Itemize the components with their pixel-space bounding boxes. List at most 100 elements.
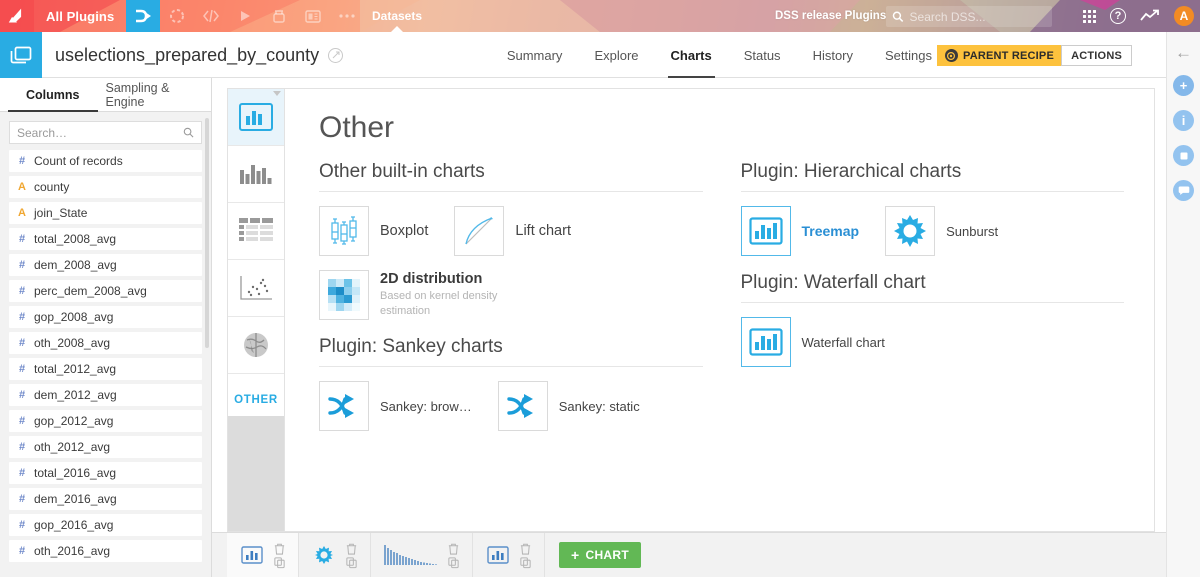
column-list-item[interactable]: # gop_2012_avg [9,410,202,432]
tab-sampling-engine[interactable]: Sampling & Engine [106,78,212,111]
chart-tab-3-actions [447,542,460,569]
tab-columns[interactable]: Columns [0,78,106,112]
info-circle-icon[interactable]: i [1173,110,1194,131]
numeric-type-icon: # [18,155,26,167]
copy-icon[interactable] [345,556,358,569]
column-list-item[interactable]: # oth_2012_avg [9,436,202,458]
discussions-chat-icon[interactable] [1173,180,1194,201]
nav-lab[interactable] [262,0,296,32]
tab-columns-label: Columns [26,87,80,102]
chart-tab-2[interactable] [299,533,371,577]
column-name-label: oth_2016_avg [34,544,111,558]
columns-search[interactable] [9,121,202,144]
builtin-tiles-row-1: Boxplot Lift chart [319,206,703,256]
nav-dashboard[interactable] [296,0,330,32]
avatar[interactable]: A [1174,6,1194,26]
chart-tab-3[interactable] [371,533,473,577]
column-list-item[interactable]: # Count of records [9,150,202,172]
help-question-icon[interactable]: ? [1110,8,1126,24]
nav-datasets-tab[interactable]: Datasets [362,0,432,32]
column-list-item[interactable]: # dem_2008_avg [9,254,202,276]
trash-icon[interactable] [345,542,358,555]
column-list-item[interactable]: # gop_2008_avg [9,306,202,328]
column-list-item[interactable]: # total_2016_avg [9,462,202,484]
nav-datasets-circle[interactable] [160,0,194,32]
add-chart-button[interactable]: + CHART [559,542,641,568]
search-input[interactable] [909,9,1046,24]
tab-summary[interactable]: Summary [491,32,579,78]
dataset-folder-icon-button[interactable] [0,32,42,78]
column-list-item[interactable]: Ajoin_State [9,202,202,224]
copy-icon[interactable] [519,556,532,569]
tab-explore[interactable]: Explore [578,32,654,78]
search-input-columns[interactable] [17,125,179,140]
histogram-charts-icon [240,165,272,184]
chart-tile-sankey-browse-label: Sankey: brow… [380,398,472,414]
string-type-icon: A [18,207,26,219]
chart-type-basic[interactable] [228,89,284,146]
chart-type-table[interactable] [228,203,284,260]
column-name-label: total_2008_avg [34,232,117,246]
columns-scrollbar[interactable] [205,118,209,348]
tab-history[interactable]: History [797,32,869,78]
chart-tile-waterfall[interactable]: Waterfall chart [740,317,885,367]
column-list-item[interactable]: # gop_2016_avg [9,514,202,536]
numeric-type-icon: # [18,519,26,531]
nav-run[interactable] [228,0,262,32]
trash-icon[interactable] [519,542,532,555]
column-list-item[interactable]: # total_2012_avg [9,358,202,380]
chart-tile-treemap[interactable]: Treemap [740,206,860,256]
nav-code[interactable] [194,0,228,32]
parent-recipe-button[interactable]: PARENT RECIPE [936,45,1062,66]
chart-tab-4[interactable] [473,533,545,577]
tab-charts[interactable]: Charts [655,32,728,78]
object-tabs: Summary Explore Charts Status History Se… [491,32,948,78]
flow-icon [136,9,151,23]
chart-tile-sankey-static[interactable]: Sankey: static [497,381,640,431]
chevron-down-icon[interactable] [273,91,281,96]
nav-all-plugins-label: All Plugins [46,8,115,24]
chart-tile-2d-distribution[interactable]: 2D distribution Based on kernel density … [319,270,510,320]
section-heading-hierarchical: Plugin: Hierarchical charts [740,161,1124,192]
column-list-item[interactable]: Acounty [9,176,202,198]
copy-icon[interactable] [447,556,460,569]
code-icon [203,9,219,23]
column-list-item[interactable]: # oth_2016_avg [9,540,202,562]
chart-tile-sunburst[interactable]: Sunburst [885,206,998,256]
global-search[interactable] [886,6,1052,27]
histogram-thumb [383,544,439,566]
status-circle-icon[interactable] [328,47,344,63]
right-sidebar-rail: ← + i [1166,32,1200,577]
dss-release-text: DSS release Plugins [775,10,887,22]
actions-button[interactable]: ACTIONS [1061,45,1132,66]
trash-icon[interactable] [447,542,460,555]
tab-status[interactable]: Status [728,32,797,78]
back-arrow-icon[interactable]: ← [1175,44,1192,61]
chart-type-scatter[interactable] [228,260,284,317]
chart-tile-treemap-label: Treemap [801,223,860,239]
nav-more[interactable] [330,0,364,32]
sankey-tiles-row: Sankey: brow… Sankey: static [319,381,703,431]
column-list-item[interactable]: # dem_2016_avg [9,488,202,510]
copy-icon[interactable] [273,556,286,569]
column-list-item[interactable]: # oth_2008_avg [9,332,202,354]
column-list-item[interactable]: # dem_2012_avg [9,384,202,406]
chart-tile-boxplot[interactable]: Boxplot [319,206,428,256]
numeric-type-icon: # [18,415,26,427]
column-list-item[interactable]: # perc_dem_2008_avg [9,280,202,302]
column-name-label: total_2012_avg [34,362,117,376]
chart-tile-lift-chart[interactable]: Lift chart [454,206,571,256]
nav-all-plugins[interactable]: All Plugins [34,0,126,32]
add-circle-icon[interactable]: + [1173,75,1194,96]
trash-icon[interactable] [273,542,286,555]
trend-line-icon[interactable] [1140,9,1160,23]
chart-type-map[interactable] [228,317,284,374]
column-list-item[interactable]: # total_2008_avg [9,228,202,250]
chart-tab-1[interactable] [227,533,299,577]
dataiku-logo[interactable] [0,0,34,32]
details-book-icon[interactable] [1173,145,1194,166]
chart-type-histogram[interactable] [228,146,284,203]
apps-grid-icon[interactable] [1083,9,1096,23]
nav-flow[interactable] [126,0,160,32]
chart-tile-sankey-browse[interactable]: Sankey: brow… [319,381,472,431]
